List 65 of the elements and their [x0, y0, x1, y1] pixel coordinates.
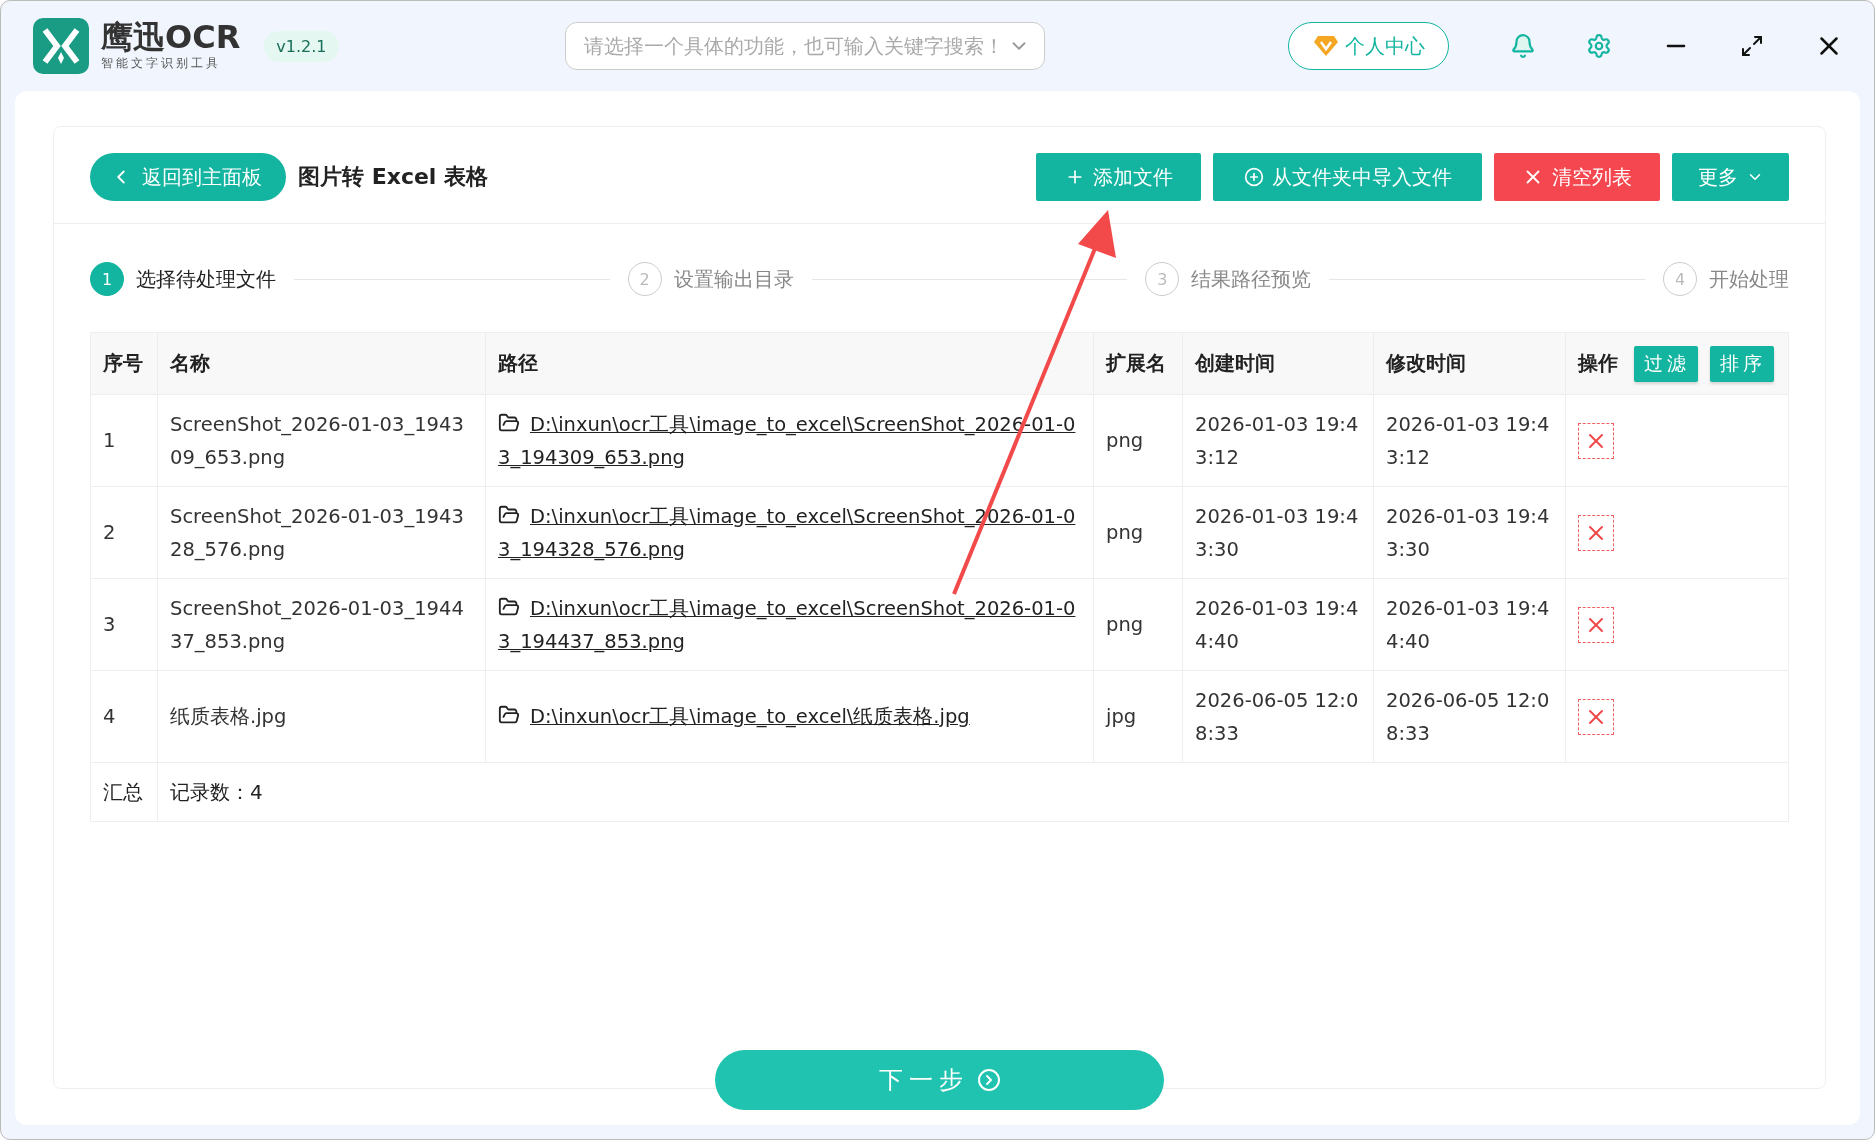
table-cell-text: jpg — [1106, 704, 1137, 730]
column-header: 路径 — [486, 333, 1094, 395]
folder-icon — [498, 704, 520, 726]
column-header: 修改时间 — [1374, 333, 1566, 395]
table-cell-text: 4 — [103, 704, 116, 730]
chevron-right-circle-icon — [976, 1068, 1001, 1092]
logo-icon — [33, 18, 89, 74]
app-name: 鹰迅OCR — [101, 20, 241, 53]
table-cell-text: 2026-01-03 19:43:12 — [1195, 411, 1360, 471]
file-path-link[interactable]: D:\inxun\ocr工具\image_to_excel\ScreenShot_2026-01-03_194437_853.png — [498, 591, 1081, 658]
table-cell-text: png — [1106, 520, 1144, 546]
delete-button[interactable] — [1578, 606, 1614, 643]
table-cell-text: 2026-01-03 19:44:40 — [1195, 595, 1360, 655]
record-count: 记录数：4 — [169, 778, 264, 806]
step-label: 结果路径预览 — [1191, 265, 1312, 293]
delete-button[interactable] — [1578, 514, 1614, 551]
table-cell-text: 2026-06-05 12:08:33 — [1386, 687, 1551, 747]
table-cell-text: 2026-01-03 19:44:40 — [1386, 595, 1551, 655]
import-button[interactable]: 从文件夹中导入文件 — [1213, 153, 1482, 201]
delete-button[interactable] — [1578, 422, 1614, 459]
step-label: 设置输出目录 — [673, 265, 794, 293]
plus-circle-icon — [1243, 167, 1264, 187]
column-header: 扩展名 — [1094, 333, 1183, 395]
delete-button[interactable] — [1578, 698, 1614, 735]
filter-button[interactable]: 过滤 — [1634, 345, 1698, 382]
back-button[interactable]: 返回到主面板 — [90, 153, 286, 201]
column-header: 名称 — [158, 333, 486, 395]
add-button[interactable]: 添加文件 — [1036, 153, 1201, 201]
page-title: 图片转 Excel 表格 — [298, 163, 490, 191]
table-cell-text: 3 — [103, 612, 116, 638]
step-number: 2 — [627, 262, 662, 296]
summary-label: 汇总 — [91, 763, 158, 821]
clear-button[interactable]: 清空列表 — [1494, 153, 1660, 201]
table-cell-text: 2026-06-05 12:08:33 — [1195, 687, 1360, 747]
table-cell-text: png — [1106, 428, 1144, 454]
app-tagline: 智能文字识别工具 — [101, 54, 222, 72]
table-cell-text: 2026-01-03 19:43:12 — [1386, 411, 1551, 471]
table-cell-text: 2026-01-03 19:43:30 — [1386, 503, 1551, 563]
version-badge: v1.2.1 — [264, 30, 339, 62]
diamond-icon — [1312, 34, 1339, 58]
table-cell-text: ScreenShot_2026-01-03_194437_853.png — [170, 595, 465, 655]
column-header: 操作 — [1578, 350, 1618, 377]
step-number: 3 — [1145, 262, 1180, 296]
table-cell-text: 2026-01-03 19:43:30 — [1195, 503, 1360, 563]
table-cell-text: ScreenShot_2026-01-03_194328_576.png — [170, 503, 465, 563]
folder-icon — [498, 411, 520, 434]
table-cell-text: 纸质表格.jpg — [170, 704, 287, 730]
more-button[interactable]: 更多 — [1672, 153, 1789, 201]
table-cell-text: ScreenShot_2026-01-03_194309_653.png — [170, 411, 465, 471]
sort-button[interactable]: 排序 — [1710, 345, 1774, 382]
table-cell-text: 1 — [103, 428, 116, 454]
search-field[interactable]: 请选择一个具体的功能，也可输入关键字搜索！ — [564, 22, 1046, 70]
user-center-button[interactable]: 个人中心 — [1288, 22, 1450, 70]
column-header: 创建时间 — [1183, 333, 1374, 395]
file-path-link[interactable]: D:\inxun\ocr工具\image_to_excel\纸质表格.jpg — [498, 700, 970, 733]
column-header: 序号 — [91, 333, 158, 395]
step-label: 选择待处理文件 — [136, 265, 276, 293]
step-number: 1 — [90, 262, 124, 296]
next-step-button[interactable]: 下一步 — [715, 1050, 1164, 1110]
table-cell-text: png — [1106, 612, 1144, 638]
step-label: 开始处理 — [1709, 265, 1789, 293]
folder-icon — [498, 595, 520, 618]
table-cell-text: 2 — [103, 520, 116, 546]
folder-icon — [498, 503, 520, 526]
step-number: 4 — [1663, 262, 1697, 296]
